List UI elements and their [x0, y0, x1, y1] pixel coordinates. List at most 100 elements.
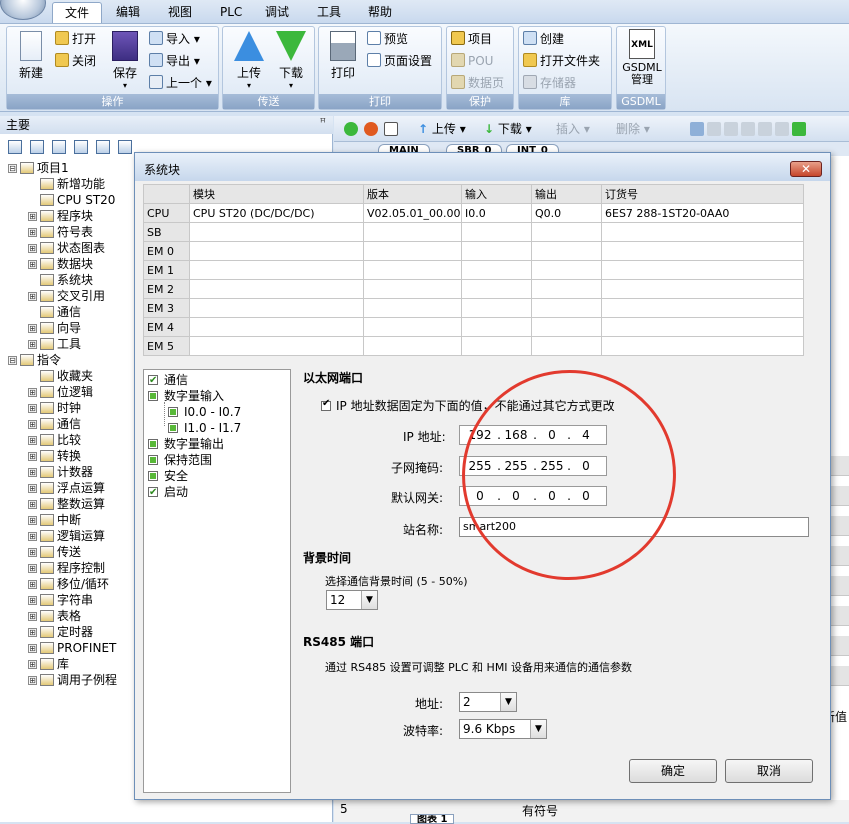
- table-cell[interactable]: [363, 260, 462, 280]
- insert-button[interactable]: 插入 ▾: [556, 120, 590, 138]
- expand-icon[interactable]: ⊞: [28, 436, 37, 445]
- tree-item[interactable]: ⊞ 逻辑运算: [28, 528, 105, 544]
- print-button[interactable]: 打印: [323, 31, 363, 81]
- stop-button[interactable]: [364, 120, 381, 138]
- tree-item[interactable]: ⊞ 计数器: [28, 464, 93, 480]
- open-folder-button[interactable]: 打开文件夹: [523, 51, 600, 71]
- tree-item[interactable]: ⊞ 状态图表: [28, 240, 105, 256]
- settings-tree-item[interactable]: 数字量输入: [148, 388, 224, 404]
- expand-icon[interactable]: ⊞: [28, 388, 37, 397]
- monitor-icon[interactable]: [118, 140, 132, 154]
- expand-icon[interactable]: ⊞: [28, 260, 37, 269]
- view-icon[interactable]: [30, 140, 44, 154]
- tree-item[interactable]: ⊞ 向导: [28, 320, 81, 336]
- expand-icon[interactable]: ⊞: [28, 452, 37, 461]
- tree-item[interactable]: ⊞ 通信: [28, 416, 81, 432]
- table-row[interactable]: CPU CPU ST20 (DC/DC/DC) V02.05.01_00.00...…: [143, 203, 804, 223]
- table-cell[interactable]: CPU ST20 (DC/DC/DC): [189, 203, 364, 223]
- table-cell[interactable]: [601, 279, 804, 299]
- upload-button[interactable]: 上传 ▾: [229, 31, 269, 90]
- expand-icon[interactable]: ⊞: [28, 324, 37, 333]
- table-cell[interactable]: [363, 279, 462, 299]
- tree-item[interactable]: ⊞ 字符串: [28, 592, 93, 608]
- expand-icon[interactable]: ⊞: [28, 676, 37, 685]
- table-cell[interactable]: [189, 317, 364, 337]
- table-cell[interactable]: [189, 298, 364, 318]
- menu-plc[interactable]: PLC: [208, 2, 254, 23]
- expand-icon[interactable]: ⊞: [28, 516, 37, 525]
- menu-debug[interactable]: 调试: [253, 2, 301, 23]
- menu-view[interactable]: 视图: [156, 2, 204, 23]
- expand-icon[interactable]: ⊞: [28, 532, 37, 541]
- app-menu-button[interactable]: [0, 0, 46, 20]
- tree-item[interactable]: ⊞ 调用子例程: [28, 672, 117, 688]
- toolbar-icons[interactable]: [690, 120, 809, 138]
- table-cell[interactable]: [531, 241, 602, 261]
- delete-button[interactable]: 删除 ▾: [616, 120, 650, 138]
- background-time-select[interactable]: 12 ▼: [326, 590, 378, 610]
- compile-button[interactable]: [384, 120, 401, 138]
- table-cell[interactable]: [461, 279, 532, 299]
- settings-tree-item[interactable]: 安全: [148, 468, 188, 484]
- expand-icon[interactable]: ⊞: [28, 404, 37, 413]
- table-cell[interactable]: [189, 279, 364, 299]
- table-cell[interactable]: [461, 241, 532, 261]
- table-cell[interactable]: [189, 336, 364, 356]
- table-cell[interactable]: [601, 298, 804, 318]
- ok-button[interactable]: 确定: [629, 759, 717, 783]
- expand-icon[interactable]: ⊞: [28, 292, 37, 301]
- expand-icon[interactable]: ⊞: [28, 212, 37, 221]
- close-button[interactable]: 关闭: [55, 51, 96, 71]
- tree-item[interactable]: ⊞ 数据块: [28, 256, 93, 272]
- tree-item[interactable]: ⊞ 库: [28, 656, 69, 672]
- table-cell[interactable]: [601, 336, 804, 356]
- view-icon[interactable]: [52, 140, 66, 154]
- save-button[interactable]: 保存 ▾: [105, 31, 145, 90]
- view-icon[interactable]: [74, 140, 88, 154]
- export-button[interactable]: 导出 ▾: [149, 51, 200, 71]
- table-cell[interactable]: [189, 222, 364, 242]
- tree-item[interactable]: ⊞ 符号表: [28, 224, 93, 240]
- table-cell[interactable]: [601, 222, 804, 242]
- run-button[interactable]: [344, 120, 361, 138]
- expand-icon[interactable]: ⊞: [28, 228, 37, 237]
- new-button[interactable]: 新建: [11, 31, 51, 81]
- tree-item[interactable]: ⊞ 中断: [28, 512, 81, 528]
- table-cell[interactable]: 6ES7 288-1ST20-0AA0: [601, 203, 804, 223]
- table-row[interactable]: EM 2: [143, 279, 804, 299]
- tree-item[interactable]: 新增功能: [28, 176, 105, 192]
- table-row[interactable]: EM 5: [143, 336, 804, 356]
- expand-icon[interactable]: ⊞: [28, 548, 37, 557]
- expand-icon[interactable]: ⊞: [28, 484, 37, 493]
- settings-tree-item[interactable]: 数字量输出: [148, 436, 224, 452]
- table-cell[interactable]: [531, 317, 602, 337]
- table-cell[interactable]: [531, 298, 602, 318]
- table-cell[interactable]: [363, 336, 462, 356]
- settings-tree-item[interactable]: I0.0 - I0.7: [168, 404, 241, 420]
- table-cell[interactable]: [531, 336, 602, 356]
- menu-edit[interactable]: 编辑: [104, 2, 152, 23]
- expand-icon[interactable]: ⊞: [28, 612, 37, 621]
- table-cell[interactable]: Q0.0: [531, 203, 602, 223]
- memory-button[interactable]: 存储器: [523, 73, 576, 93]
- pin-icon[interactable]: ꟸ: [320, 116, 326, 129]
- tree-item[interactable]: ⊞ 定时器: [28, 624, 93, 640]
- table-cell[interactable]: [363, 241, 462, 261]
- view-icon[interactable]: [96, 140, 110, 154]
- expand-icon[interactable]: ⊞: [28, 660, 37, 669]
- table-cell[interactable]: [601, 241, 804, 261]
- table-cell[interactable]: [601, 317, 804, 337]
- table-cell[interactable]: [531, 222, 602, 242]
- settings-tree-item[interactable]: 通信: [148, 372, 188, 389]
- tree-item[interactable]: ⊟ 指令: [8, 352, 61, 368]
- previous-button[interactable]: 上一个 ▾: [149, 73, 212, 93]
- table-cell[interactable]: [531, 260, 602, 280]
- tree-item[interactable]: ⊞ 比较: [28, 432, 81, 448]
- expand-icon[interactable]: ⊞: [28, 340, 37, 349]
- upload-toolbar-button[interactable]: ↑ 上传 ▾: [418, 120, 466, 138]
- table-row[interactable]: SB: [143, 222, 804, 242]
- import-button[interactable]: 导入 ▾: [149, 29, 200, 49]
- table-cell[interactable]: [461, 317, 532, 337]
- expand-icon[interactable]: ⊞: [28, 468, 37, 477]
- tree-item[interactable]: ⊞ 工具: [28, 336, 81, 352]
